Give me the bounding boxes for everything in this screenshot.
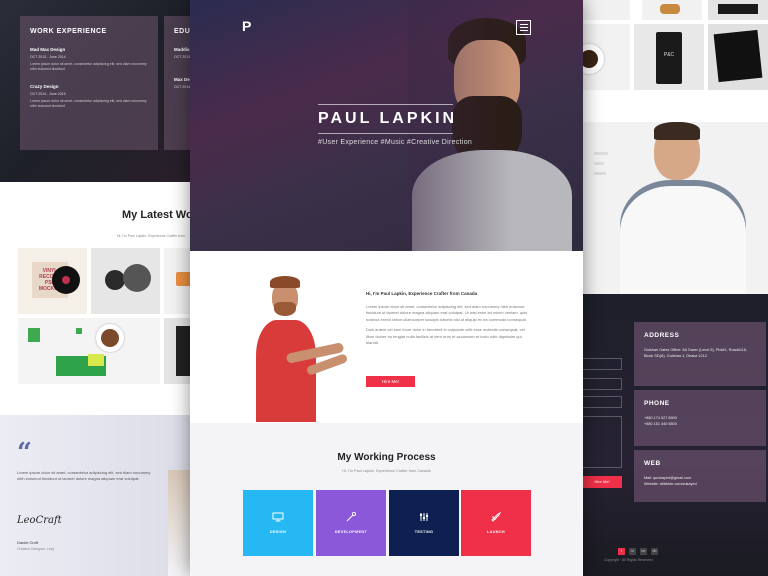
badge-icon	[123, 264, 151, 292]
message-textarea[interactable]	[582, 416, 622, 468]
hero-tags: #User Experience #Music #Creative Direct…	[318, 139, 473, 146]
email-input[interactable]	[582, 378, 622, 390]
send-button[interactable]: Hire Me!	[582, 476, 622, 488]
hero-name: PAUL LAPKIN	[318, 110, 458, 127]
about-text: Hi, I'm Paul Lapkin, Experience Crafter …	[366, 291, 530, 350]
work-experience-card: WORK EXPERIENCE Mad Max Design OCT 2013 …	[20, 16, 158, 150]
signature: LeoCraft	[17, 515, 62, 526]
process-step-design[interactable]: DESIGN	[243, 490, 313, 556]
about-photo	[242, 276, 349, 422]
main-portfolio-page: P PAUL LAPKIN #User Experience #Music #C…	[190, 0, 583, 576]
coffee-cup-icon	[96, 324, 124, 352]
facebook-icon[interactable]: f	[618, 548, 625, 555]
site-logo[interactable]: P	[242, 18, 254, 34]
subject-input[interactable]	[582, 396, 622, 408]
web-card: WEB Mail: quickayed@gmail.com Website: d…	[634, 450, 766, 502]
about-paragraph: Lorem ipsum dolor sit amet, consectetur …	[366, 304, 528, 322]
coffee-cup-icon	[582, 44, 604, 74]
address-card: ADDRESS Gulshan Gates Office: 5A Tower (…	[634, 322, 766, 386]
person-body	[620, 180, 746, 294]
phone-title: PHONE	[644, 400, 670, 407]
social-links: f in be db	[618, 548, 658, 555]
latest-works-title: My Latest Wor	[122, 209, 196, 221]
web-line: Website: dribbble.com/sdsayed	[644, 482, 697, 487]
profile-photo-section	[582, 122, 768, 294]
process-step-launch[interactable]: LAUNCH	[461, 490, 531, 556]
process-subtitle: Hi, I'm Paul Lapkin, Experience Crafter …	[342, 469, 431, 473]
address-text: Gulshan Gates Office: 5A Tower (Level 5)…	[644, 348, 747, 359]
menu-icon[interactable]	[516, 20, 531, 35]
hire-me-button[interactable]: Hire Me!	[366, 376, 415, 387]
badge-icon	[105, 270, 125, 290]
linkedin-icon[interactable]: in	[629, 548, 636, 555]
process-title: My Working Process	[337, 452, 436, 463]
testimonial-author: Daniel Croft	[17, 540, 39, 545]
person-hair	[654, 122, 700, 140]
latest-works-subtitle: Hi, I'm Paul Lapkin, Experience Crafter …	[117, 234, 186, 238]
about-greeting: Hi, I'm Paul Lapkin, Experience Crafter …	[366, 291, 478, 296]
address-title: ADDRESS	[644, 332, 680, 339]
testimonial-text: Lorem ipsum dolor sit amet, consectetur …	[17, 470, 151, 482]
sliders-icon	[419, 513, 429, 521]
process-step-development[interactable]: DEVELOPMENT	[316, 490, 386, 556]
phone-card: PHONE +880 174 027 8900 +880 151 440 580…	[634, 390, 766, 446]
left-preview-panel: WORK EXPERIENCE Mad Max Design OCT 2013 …	[0, 0, 196, 576]
monitor-icon	[272, 512, 284, 522]
portfolio-tile-vinyl[interactable]: VINYL RECORD PSD MOCKUP	[18, 248, 87, 314]
web-title: WEB	[644, 460, 661, 467]
right-preview-panel: P&C Hire Me! ADDRESS Gulshan Gates Offic…	[582, 0, 768, 576]
hero-section: P PAUL LAPKIN #User Experience #Music #C…	[190, 0, 583, 251]
work-item: Mad Max Design OCT 2013 - June 2014 Lore…	[30, 47, 147, 71]
portfolio-tile-stationery[interactable]	[18, 318, 160, 384]
about-paragraph: Duis autem vel eum iriure dolor in hendr…	[366, 327, 525, 345]
work-experience-title: WORK EXPERIENCE	[30, 28, 107, 35]
testimonial-role: Creative Designer, Lexy	[17, 547, 55, 551]
name-input[interactable]	[582, 358, 622, 370]
copyright-text: Copyright · All Rights Reserved	[604, 558, 653, 562]
experience-section: WORK EXPERIENCE Mad Max Design OCT 2013 …	[0, 0, 196, 182]
behance-icon[interactable]: be	[640, 548, 647, 555]
rocket-icon	[491, 512, 502, 522]
dribbble-icon[interactable]: db	[651, 548, 658, 555]
phone-line: +880 151 440 5800	[644, 422, 677, 427]
work-item: Crazy Design OCT 2014 - June 2015 Lorem …	[30, 83, 147, 108]
product-strip: P&C	[582, 0, 768, 120]
process-step-testing[interactable]: TESTING	[389, 490, 459, 556]
portfolio-tile-badge[interactable]	[91, 248, 160, 314]
hero-divider-bottom	[318, 133, 453, 134]
hero-divider-top	[318, 104, 453, 105]
quote-icon: “	[17, 438, 32, 468]
cup-brand-label: P&C	[663, 52, 675, 58]
pen-icon	[346, 512, 357, 522]
vinyl-record-icon	[52, 266, 80, 294]
